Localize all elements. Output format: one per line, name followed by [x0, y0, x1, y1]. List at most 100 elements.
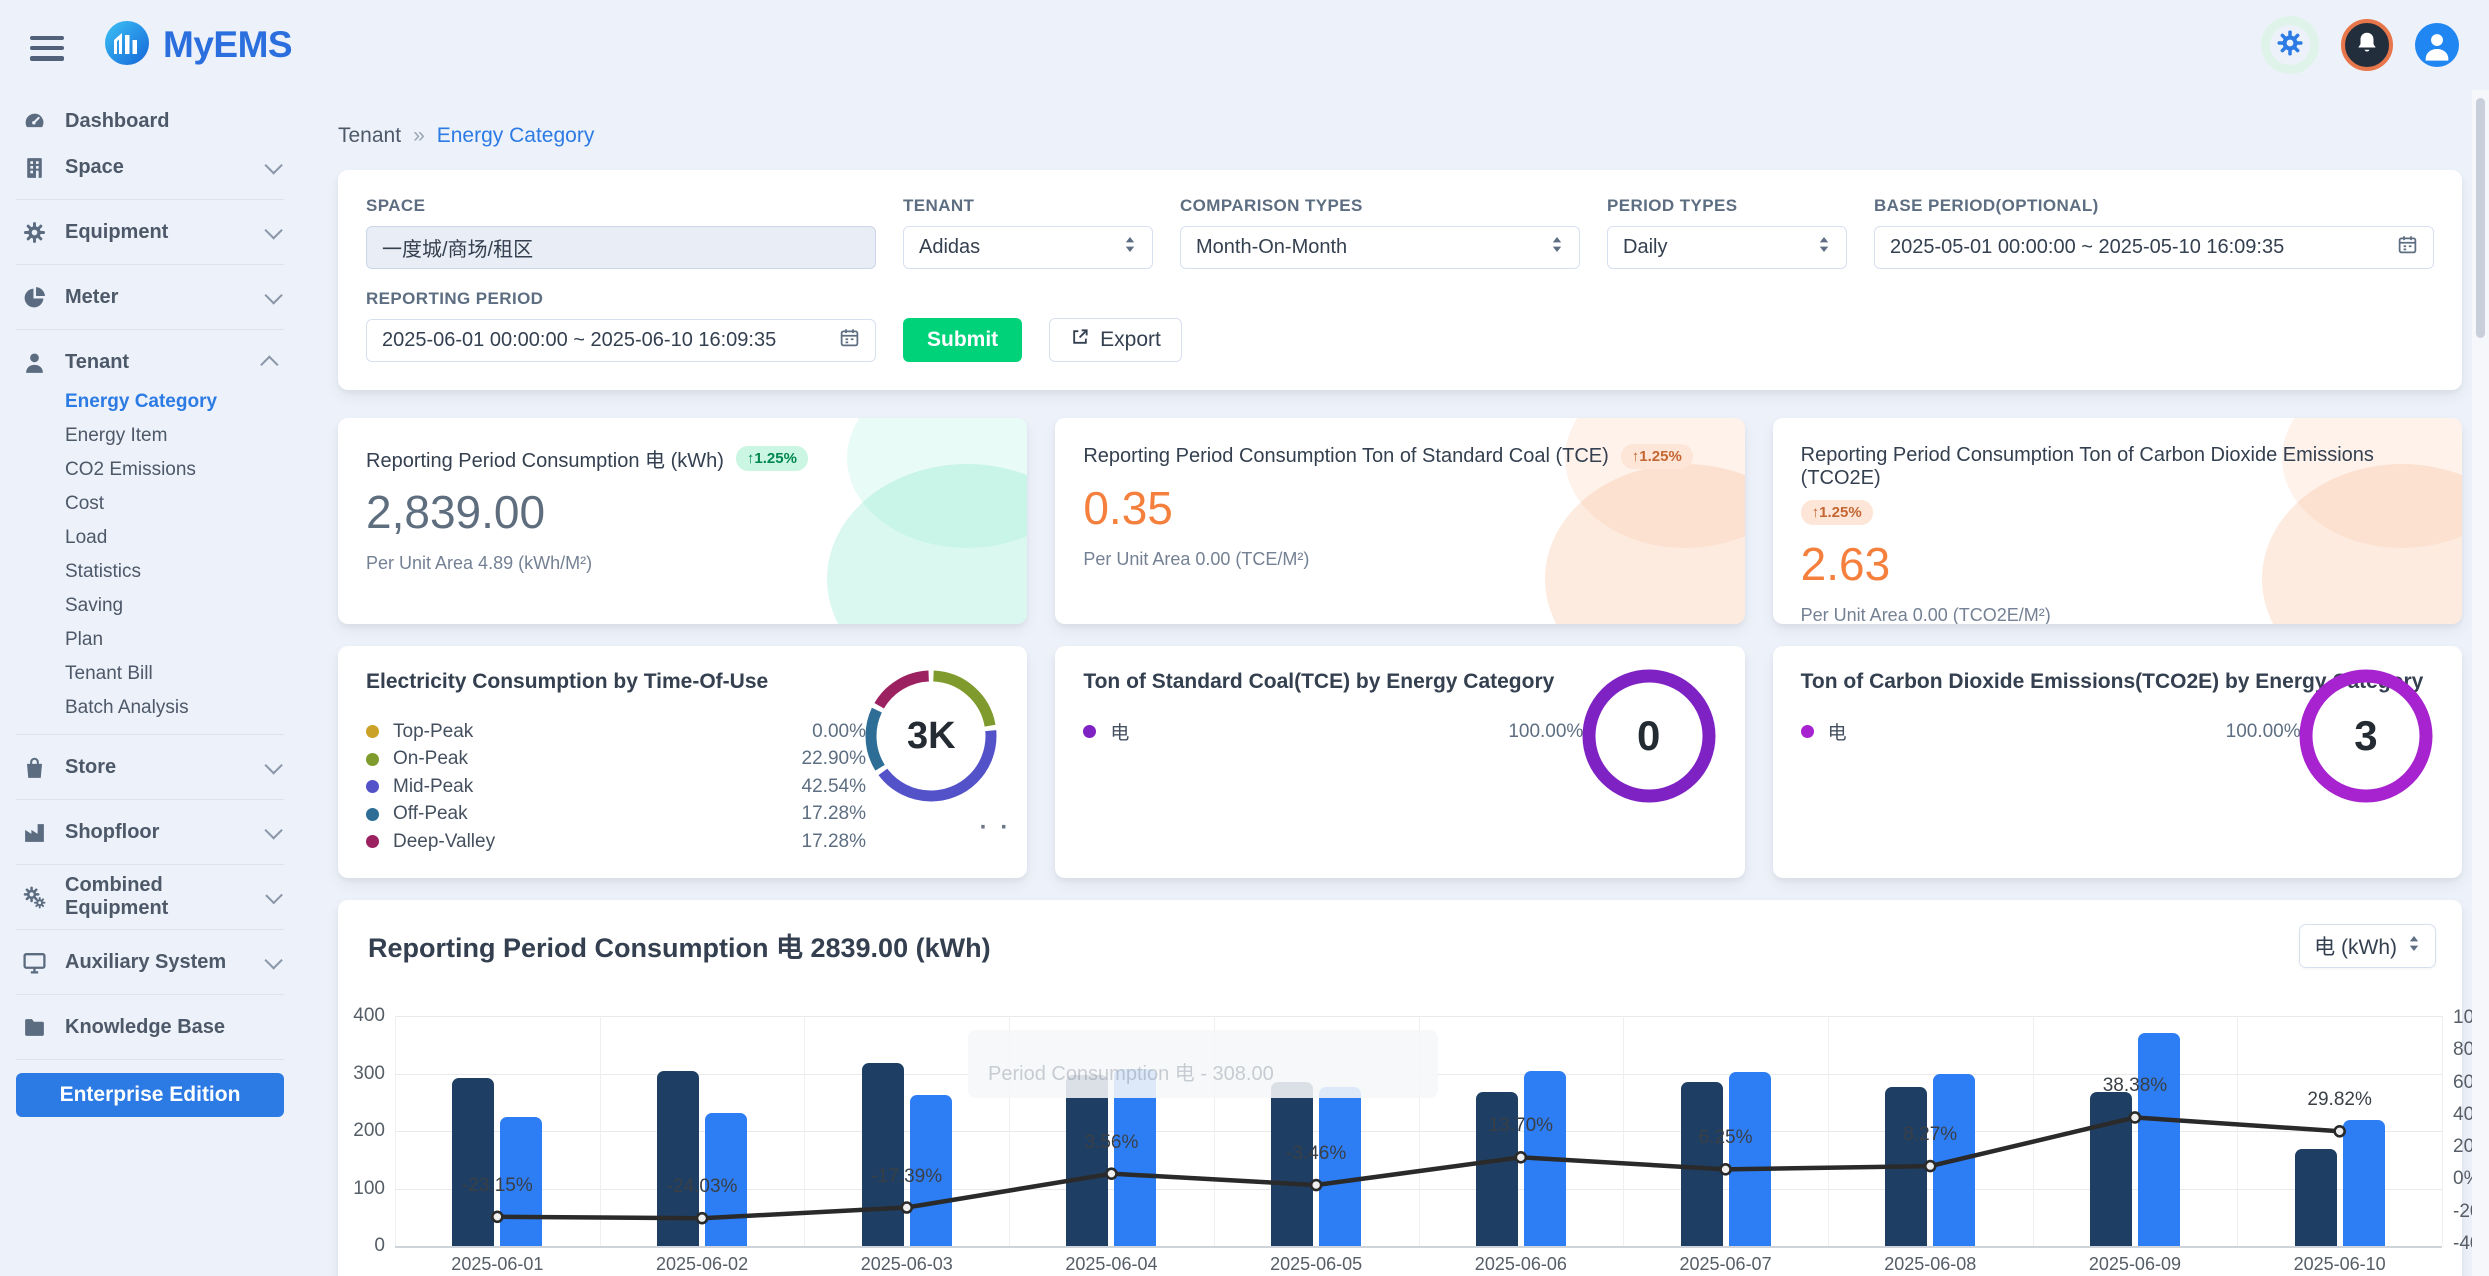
chart-title: Reporting Period Consumption 电 2839.00 (… [368, 926, 991, 965]
sidebar-item-energy-category[interactable]: Energy Category [14, 385, 286, 419]
legend-item-[interactable]: 电100.00% [1083, 718, 1583, 746]
sidebar-item-load[interactable]: Load [14, 521, 286, 555]
brand-logo[interactable]: MyEMS [104, 20, 292, 71]
sidebar-divider [16, 199, 284, 200]
sidebar-item-equipment[interactable]: Equipment [14, 209, 286, 255]
submit-button[interactable]: Submit [903, 318, 1022, 362]
line-marker[interactable] [697, 1213, 707, 1223]
legend: Top-Peak0.00%On-Peak22.90%Mid-Peak42.54%… [366, 718, 866, 856]
reporting-period-input[interactable]: 2025-06-01 00:00:00 ~ 2025-06-10 16:09:3… [366, 319, 876, 362]
sidebar-item-energy-item[interactable]: Energy Item [14, 419, 286, 453]
sidebar-item-shopfloor[interactable]: Shopfloor [14, 809, 286, 855]
export-button[interactable]: Export [1049, 318, 1182, 362]
space-input[interactable]: 一度城/商场/租区 [366, 226, 876, 269]
settings-button[interactable] [2261, 16, 2319, 74]
y-axis-tick-label: 0 [335, 1235, 385, 1257]
sidebar-item-label: Meter [65, 286, 118, 309]
line-marker[interactable] [1516, 1152, 1526, 1162]
change-rate-label: 6.25% [1699, 1127, 1753, 1149]
legend-item-deep-valley[interactable]: Deep-Valley17.28% [366, 828, 866, 856]
reporting-period-field: REPORTING PERIOD 2025-06-01 00:00:00 ~ 2… [366, 289, 876, 362]
tco2e-donut-card: Ton of Carbon Dioxide Emissions(TCO2E) b… [1773, 646, 2462, 878]
comparison-select[interactable]: Month-On-Month [1180, 226, 1580, 269]
x-axis-category-label: 2025-06-03 [861, 1254, 953, 1275]
chevron-down-icon [264, 156, 282, 174]
sidebar-item-auxiliary-system[interactable]: Auxiliary System [14, 939, 286, 985]
pie-icon [22, 285, 47, 310]
page-scrollbar[interactable] [2472, 90, 2489, 1276]
breadcrumb-parent[interactable]: Tenant [338, 124, 401, 148]
breadcrumb-current[interactable]: Energy Category [437, 124, 595, 148]
comparison-field: COMPARISON TYPES Month-On-Month [1180, 196, 1580, 269]
change-rate-label: -23.15% [462, 1175, 533, 1197]
legend-item-mid-peak[interactable]: Mid-Peak42.54% [366, 773, 866, 801]
sidebar-item-saving[interactable]: Saving [14, 589, 286, 623]
sidebar-item-store[interactable]: Store [14, 744, 286, 790]
line-marker[interactable] [2335, 1126, 2345, 1136]
legend-percent: 17.28% [802, 831, 866, 853]
sidebar-item-co2-emissions[interactable]: CO2 Emissions [14, 453, 286, 487]
unit-select[interactable]: 电 (kWh) [2299, 924, 2436, 968]
sidebar-item-meter[interactable]: Meter [14, 274, 286, 320]
bag-icon [22, 755, 47, 780]
sidebar-item-plan[interactable]: Plan [14, 623, 286, 657]
line-marker[interactable] [1106, 1169, 1116, 1179]
line-marker[interactable] [2130, 1112, 2140, 1122]
line-marker[interactable] [1925, 1161, 1935, 1171]
updown-icon [1817, 235, 1831, 260]
tenant-select[interactable]: Adidas [903, 226, 1153, 269]
line-marker[interactable] [1311, 1180, 1321, 1190]
folder-icon [22, 1015, 47, 1040]
change-rate-label: 8.27% [1903, 1124, 1957, 1146]
change-rate-label: 13.70% [1489, 1115, 1553, 1137]
sidebar-item-label: Store [65, 756, 116, 779]
x-axis-category-label: 2025-06-08 [1884, 1254, 1976, 1275]
notifications-button[interactable] [2341, 19, 2393, 71]
sidebar-item-tenant-bill[interactable]: Tenant Bill [14, 657, 286, 691]
legend-item-on-peak[interactable]: On-Peak22.90% [366, 746, 866, 774]
change-rate-label: 3.56% [1085, 1132, 1139, 1154]
base-period-input[interactable]: 2025-05-01 00:00:00 ~ 2025-05-10 16:09:3… [1874, 226, 2434, 269]
sidebar-item-tenant[interactable]: Tenant [14, 339, 286, 385]
sidebar-item-space[interactable]: Space [14, 144, 286, 190]
sidebar-item-cost[interactable]: Cost [14, 487, 286, 521]
legend-item-off-peak[interactable]: Off-Peak17.28% [366, 801, 866, 829]
legend-item-[interactable]: 电100.00% [1801, 718, 2301, 746]
menu-toggle-icon[interactable] [30, 36, 64, 61]
sidebar-divider [16, 864, 284, 865]
line-marker[interactable] [492, 1212, 502, 1222]
base-period-field: BASE PERIOD(OPTIONAL) 2025-05-01 00:00:0… [1874, 196, 2434, 269]
tou-donut-card: Electricity Consumption by Time-Of-Use T… [338, 646, 1027, 878]
sidebar-item-knowledge-base[interactable]: Knowledge Base [14, 1004, 286, 1050]
kpi-card-electricity: Reporting Period Consumption 电 (kWh) ↑1.… [338, 418, 1027, 624]
line-marker[interactable] [902, 1203, 912, 1213]
chevron-down-icon [265, 886, 283, 904]
sidebar-item-batch-analysis[interactable]: Batch Analysis [14, 691, 286, 725]
trend-badge: ↑1.25% [1801, 500, 1873, 525]
enterprise-edition-button[interactable]: Enterprise Edition [16, 1073, 284, 1117]
x-axis-category-label: 2025-06-06 [1475, 1254, 1567, 1275]
kpi-title: Reporting Period Consumption 电 (kWh) [366, 444, 724, 473]
period-types-select[interactable]: Daily [1607, 226, 1847, 269]
kpi-value: 2,839.00 [366, 485, 999, 539]
change-rate-label: -24.03% [667, 1176, 738, 1198]
sidebar-item-combined-equipment[interactable]: Combined Equipment [14, 874, 286, 920]
tce-donut-card: Ton of Standard Coal(TCE) by Energy Cate… [1055, 646, 1744, 878]
user-menu-button[interactable] [2415, 23, 2459, 67]
reporting-period-label: REPORTING PERIOD [366, 289, 876, 309]
donut-center-value: 3 [2292, 662, 2440, 810]
sidebar-divider [16, 1059, 284, 1060]
sidebar-item-dashboard[interactable]: Dashboard [14, 98, 286, 144]
sidebar-item-statistics[interactable]: Statistics [14, 555, 286, 589]
sidebar-divider [16, 799, 284, 800]
line-marker[interactable] [1721, 1164, 1731, 1174]
kpi-value: 2.63 [1801, 537, 2434, 591]
x-axis-category-label: 2025-06-02 [656, 1254, 748, 1275]
period-types-label: PERIOD TYPES [1607, 196, 1847, 216]
chevron-down-icon [264, 221, 282, 239]
legend-item-top-peak[interactable]: Top-Peak0.00% [366, 718, 866, 746]
scrollbar-thumb[interactable] [2476, 98, 2485, 338]
gauge-icon [22, 109, 47, 134]
legend-dot [366, 808, 379, 821]
change-rate-label: -3.46% [1286, 1143, 1346, 1165]
